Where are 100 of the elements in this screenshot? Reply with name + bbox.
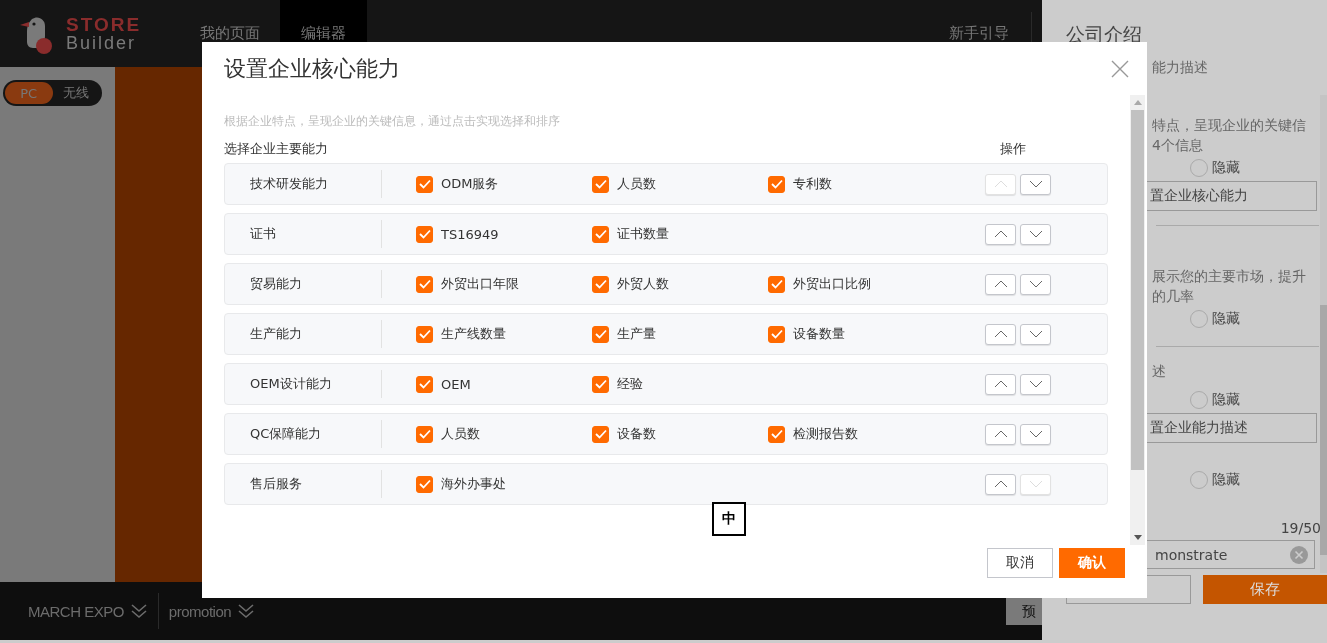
chevron-up-icon — [993, 330, 1008, 338]
chevron-up-icon — [993, 380, 1008, 388]
checkbox[interactable] — [592, 375, 609, 393]
ime-indicator: 中 — [712, 502, 746, 536]
checkbox[interactable] — [768, 425, 785, 443]
cancel-button[interactable]: 取消 — [987, 548, 1053, 578]
column-header: 操作 — [1000, 141, 1026, 157]
panel-text: 的几率 — [1152, 287, 1195, 306]
panel-text: 特点，呈现企业的关键信 — [1152, 116, 1307, 135]
double-chevron-icon[interactable] — [129, 603, 148, 619]
check-icon — [418, 179, 431, 189]
move-up-button[interactable] — [985, 423, 1016, 445]
check-icon — [594, 329, 607, 339]
check-icon — [594, 179, 607, 189]
option-label: 外贸出口年限 — [441, 275, 519, 293]
option-label: ODM服务 — [441, 175, 499, 193]
chevron-down-icon — [1028, 230, 1043, 238]
chevron-down-icon — [1028, 480, 1043, 488]
check-icon — [418, 329, 431, 339]
chevron-down-icon — [1028, 280, 1043, 288]
scrollbar[interactable] — [1130, 95, 1145, 545]
move-up-button[interactable] — [985, 473, 1016, 495]
device-option[interactable]: 无线 — [52, 82, 100, 104]
chevron-down-icon — [1028, 330, 1043, 338]
ability-name: 证书 — [225, 220, 382, 248]
checkbox[interactable] — [416, 475, 433, 493]
panel-text: 述 — [1152, 362, 1167, 381]
scroll-up-icon[interactable] — [1133, 100, 1142, 105]
save-button[interactable]: 保存 — [1203, 575, 1327, 604]
move-up-button[interactable] — [985, 323, 1016, 345]
move-down-button[interactable] — [1020, 273, 1051, 295]
option-label: 生产线数量 — [441, 325, 506, 343]
check-icon — [594, 279, 607, 289]
move-up-button[interactable] — [985, 273, 1016, 295]
logo-text: STORE — [66, 14, 142, 34]
option-label: OEM — [441, 376, 471, 392]
checkbox[interactable] — [768, 275, 785, 293]
check-icon — [594, 229, 607, 239]
double-chevron-icon[interactable] — [237, 603, 256, 619]
move-down-button[interactable] — [1020, 173, 1051, 195]
option-label: 设备数量 — [793, 325, 845, 343]
ability-name: 生产能力 — [225, 320, 382, 348]
checkbox[interactable] — [768, 175, 785, 193]
check-icon — [770, 329, 783, 339]
option-label: 设备数 — [617, 425, 656, 443]
move-down-button[interactable] — [1020, 373, 1051, 395]
check-icon — [418, 479, 431, 489]
move-up-button[interactable] — [985, 223, 1016, 245]
move-up-button[interactable] — [985, 373, 1016, 395]
option-label: 生产量 — [617, 325, 656, 343]
char-counter: 19/50 — [1279, 520, 1322, 536]
move-down-button[interactable] — [1020, 423, 1051, 445]
check-icon — [770, 429, 783, 439]
checkbox[interactable] — [416, 175, 433, 193]
chevron-down-icon — [1028, 180, 1043, 188]
menu-label[interactable]: promotion — [168, 602, 232, 620]
option-label: 海外办事处 — [441, 475, 506, 493]
logo-text: Builder — [66, 33, 138, 53]
clear-icon[interactable] — [1290, 545, 1308, 564]
radio-label: 隐藏 — [1212, 159, 1240, 177]
ability-name: 贸易能力 — [225, 270, 382, 298]
checkbox[interactable] — [416, 375, 433, 393]
chevron-down-icon — [1028, 430, 1043, 438]
ability-name: QC保障能力 — [225, 420, 382, 448]
scroll-down-icon[interactable] — [1133, 535, 1142, 540]
scrollbar[interactable] — [1320, 95, 1327, 573]
option-label: 专利数 — [793, 175, 832, 193]
option-label: 人员数 — [441, 425, 480, 443]
checkbox[interactable] — [416, 225, 433, 243]
checkbox[interactable] — [416, 325, 433, 343]
checkbox[interactable] — [592, 275, 609, 293]
checkbox[interactable] — [592, 225, 609, 243]
close-icon[interactable] — [1111, 59, 1129, 78]
check-icon — [770, 279, 783, 289]
check-icon — [594, 429, 607, 439]
move-down-button[interactable] — [1020, 323, 1051, 345]
move-down-button[interactable] — [1020, 223, 1051, 245]
panel-text: 能力描述 — [1152, 58, 1209, 77]
checkbox[interactable] — [416, 275, 433, 293]
preview-button[interactable]: 预 — [1006, 598, 1042, 625]
checkbox[interactable] — [592, 175, 609, 193]
option-label: 证书数量 — [617, 225, 669, 243]
chevron-up-icon — [993, 430, 1008, 438]
chevron-down-icon — [1028, 380, 1043, 388]
checkbox[interactable] — [592, 325, 609, 343]
option-label: 人员数 — [617, 175, 656, 193]
ability-name: OEM设计能力 — [225, 370, 382, 398]
option-label: 经验 — [617, 375, 643, 393]
checkbox[interactable] — [416, 425, 433, 443]
check-icon — [418, 379, 431, 389]
option-label: TS16949 — [441, 226, 499, 242]
ability-name: 售后服务 — [225, 470, 382, 498]
chevron-up-icon — [993, 230, 1008, 238]
chevron-up-icon — [993, 180, 1008, 188]
checkbox[interactable] — [768, 325, 785, 343]
radio-label: 隐藏 — [1212, 471, 1240, 489]
ability-name: 技术研发能力 — [225, 170, 382, 198]
checkbox[interactable] — [592, 425, 609, 443]
menu-label[interactable]: MARCH EXPO — [28, 602, 124, 620]
confirm-button[interactable]: 确认 — [1059, 548, 1125, 578]
